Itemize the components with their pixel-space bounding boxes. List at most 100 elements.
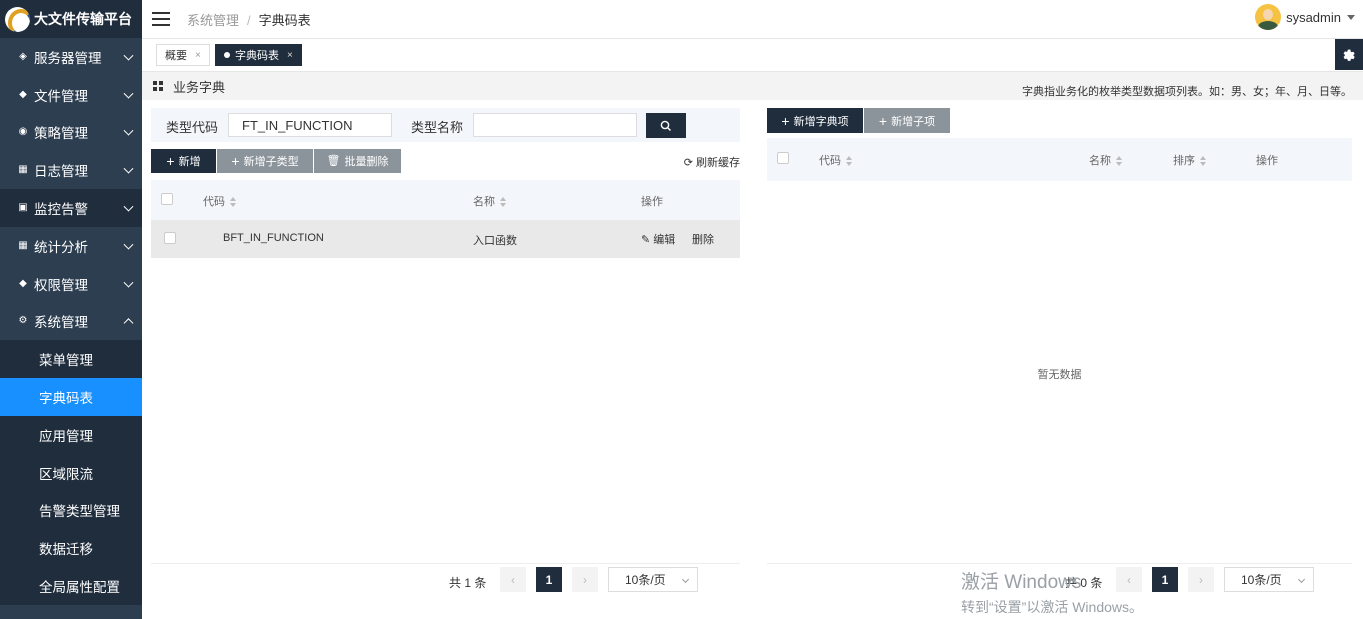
sort-icon <box>230 197 237 208</box>
tab-label: 概要 <box>165 50 187 62</box>
layers-icon: ◆ <box>19 88 27 100</box>
edit-button[interactable]: ✎ 编辑 <box>641 231 675 247</box>
left-table-header: 代码 名称 操作 <box>151 180 740 220</box>
prev-page-button[interactable]: ‹ <box>1116 567 1142 592</box>
submenu-item-dictionary[interactable]: 字典码表 <box>0 378 142 416</box>
chevron-down-icon <box>123 88 134 99</box>
empty-state: 暂无数据 <box>1037 369 1082 381</box>
right-toolbar: + 新增字典项 + 新增子项 <box>767 108 1356 133</box>
tab-dictionary[interactable]: 字典码表 × <box>215 44 302 66</box>
submenu-item-alarm-type[interactable]: 告警类型管理 <box>0 492 142 530</box>
submenu-item-rate-limit[interactable]: 区域限流 <box>0 454 142 492</box>
sidebar-item-server[interactable]: ◈ 服务器管理 <box>0 38 142 76</box>
type-code-input[interactable] <box>228 113 392 137</box>
next-page-button[interactable]: › <box>1188 567 1214 592</box>
hamburger-menu-icon[interactable] <box>152 12 170 26</box>
logo-icon <box>5 6 30 32</box>
tab-label: 字典码表 <box>235 50 279 62</box>
page-tabs: 概要 × 字典码表 × <box>142 39 1363 72</box>
sidebar-item-label: 监控告警 <box>34 202 88 218</box>
breadcrumb-current: 字典码表 <box>258 12 311 28</box>
prev-page-button[interactable]: ‹ <box>500 567 526 592</box>
sidebar-item-label: 系统管理 <box>34 315 88 331</box>
page-size-select[interactable]: 10条/页 <box>1224 567 1314 592</box>
grid-icon <box>153 81 163 91</box>
search-icon <box>660 120 671 131</box>
plus-icon: + <box>166 153 175 169</box>
left-pagination: 共 1 条 ‹ 1 › 10条/页 <box>151 563 740 603</box>
submenu-item-app[interactable]: 应用管理 <box>0 416 142 454</box>
logo[interactable]: 大文件传输平台 <box>0 0 142 38</box>
trash-icon: 🗑 <box>326 154 341 167</box>
add-subitem-button[interactable]: + 新增子项 <box>864 108 950 133</box>
breadcrumb-parent[interactable]: 系统管理 <box>187 13 239 28</box>
pagination-total: 共 0 条 <box>1065 576 1103 590</box>
refresh-icon: ⟳ <box>683 157 693 169</box>
close-icon[interactable]: × <box>287 50 293 61</box>
chevron-down-icon <box>123 163 134 174</box>
sidebar-item-stats[interactable]: ▦ 统计分析 <box>0 227 142 265</box>
top-header: 系统管理 / 字典码表 sysadmin <box>142 0 1363 39</box>
current-page-button[interactable]: 1 <box>536 567 562 592</box>
sidebar-item-file[interactable]: ◆ 文件管理 <box>0 76 142 114</box>
type-name-input[interactable] <box>473 113 637 137</box>
row-name: 入口函数 <box>473 235 517 247</box>
type-code-label: 类型代码 <box>166 120 219 135</box>
sidebar-item-label: 统计分析 <box>34 239 88 255</box>
app-root: 大文件传输平台 ◈ 服务器管理 ◆ 文件管理 ◉ 策略管理 ▦ 日志管理 ▣ 监控告警 ▦… <box>0 0 1363 619</box>
left-toolbar: + 新增 + 新增子类型 🗑 批量删除 ⟳ 刷新缓存 <box>151 149 740 173</box>
table-row[interactable]: BFT_IN_FUNCTION 入口函数 ✎ 编辑 删除 <box>151 220 740 258</box>
sidebar-item-monitor[interactable]: ▣ 监控告警 <box>0 189 142 227</box>
select-all-checkbox[interactable] <box>777 152 789 164</box>
dictionary-item-panel: + 新增字典项 + 新增子项 代码 名称 排序 操作 暂无数据 共 0 条 ‹ 1 … <box>767 108 1352 593</box>
add-button[interactable]: + 新增 <box>151 149 216 173</box>
sidebar-item-label: 文件管理 <box>34 88 88 104</box>
column-name[interactable]: 名称 <box>1089 152 1123 168</box>
close-icon[interactable]: × <box>195 50 201 61</box>
right-table-header: 代码 名称 排序 操作 <box>767 138 1352 181</box>
caret-down-icon <box>1347 14 1355 20</box>
column-ops: 操作 <box>641 196 663 208</box>
batch-delete-button[interactable]: 🗑 批量删除 <box>314 149 401 173</box>
sidebar-item-system[interactable]: ⚙ 系统管理 <box>0 303 142 341</box>
column-code[interactable]: 代码 <box>819 152 853 168</box>
submenu-item-migration[interactable]: 数据迁移 <box>0 529 142 567</box>
current-page-button[interactable]: 1 <box>1152 567 1178 592</box>
submenu-item-menu[interactable]: 菜单管理 <box>0 340 142 378</box>
sidebar-item-strategy[interactable]: ◉ 策略管理 <box>0 114 142 152</box>
chevron-down-icon <box>123 239 134 250</box>
log-icon: ▦ <box>18 164 28 176</box>
chevron-down-icon <box>681 575 690 584</box>
sidebar-item-log[interactable]: ▦ 日志管理 <box>0 151 142 189</box>
chart-icon: ▦ <box>18 239 28 251</box>
refresh-cache-button[interactable]: ⟳ 刷新缓存 <box>684 154 740 170</box>
user-menu[interactable]: sysadmin <box>1255 4 1355 30</box>
page-size-select[interactable]: 10条/页 <box>608 567 698 592</box>
cube-icon: ◈ <box>19 50 27 62</box>
settings-gear-icon[interactable] <box>1335 39 1363 70</box>
column-sort[interactable]: 排序 <box>1173 152 1207 168</box>
select-all-checkbox[interactable] <box>161 193 173 205</box>
chevron-down-icon <box>123 201 134 212</box>
row-checkbox[interactable] <box>164 232 176 244</box>
next-page-button[interactable]: › <box>572 567 598 592</box>
sort-icon <box>846 156 853 167</box>
username: sysadmin <box>1286 9 1341 25</box>
add-subtype-button[interactable]: + 新增子类型 <box>217 149 313 173</box>
delete-button[interactable]: 删除 <box>692 231 714 247</box>
column-name[interactable]: 名称 <box>473 193 507 209</box>
section-header: 业务字典 字典指业务化的枚举类型数据项列表。如：男、女；年、月、日等。 <box>142 72 1363 100</box>
search-button[interactable] <box>646 113 686 138</box>
submenu-item-global-config[interactable]: 全局属性配置 <box>0 567 142 605</box>
gear-icon: ⚙ <box>18 315 28 327</box>
add-dict-item-button[interactable]: + 新增字典项 <box>767 108 863 133</box>
sidebar-item-permission[interactable]: ◆ 权限管理 <box>0 265 142 303</box>
strategy-icon: ◉ <box>18 126 28 138</box>
sidebar-item-label: 权限管理 <box>34 277 88 293</box>
plus-icon: + <box>781 112 790 129</box>
tab-overview[interactable]: 概要 × <box>156 44 210 66</box>
chevron-down-icon <box>123 277 134 288</box>
column-code[interactable]: 代码 <box>203 193 237 209</box>
sidebar-item-label: 服务器管理 <box>34 50 102 66</box>
breadcrumb: 系统管理 / 字典码表 <box>187 10 311 29</box>
